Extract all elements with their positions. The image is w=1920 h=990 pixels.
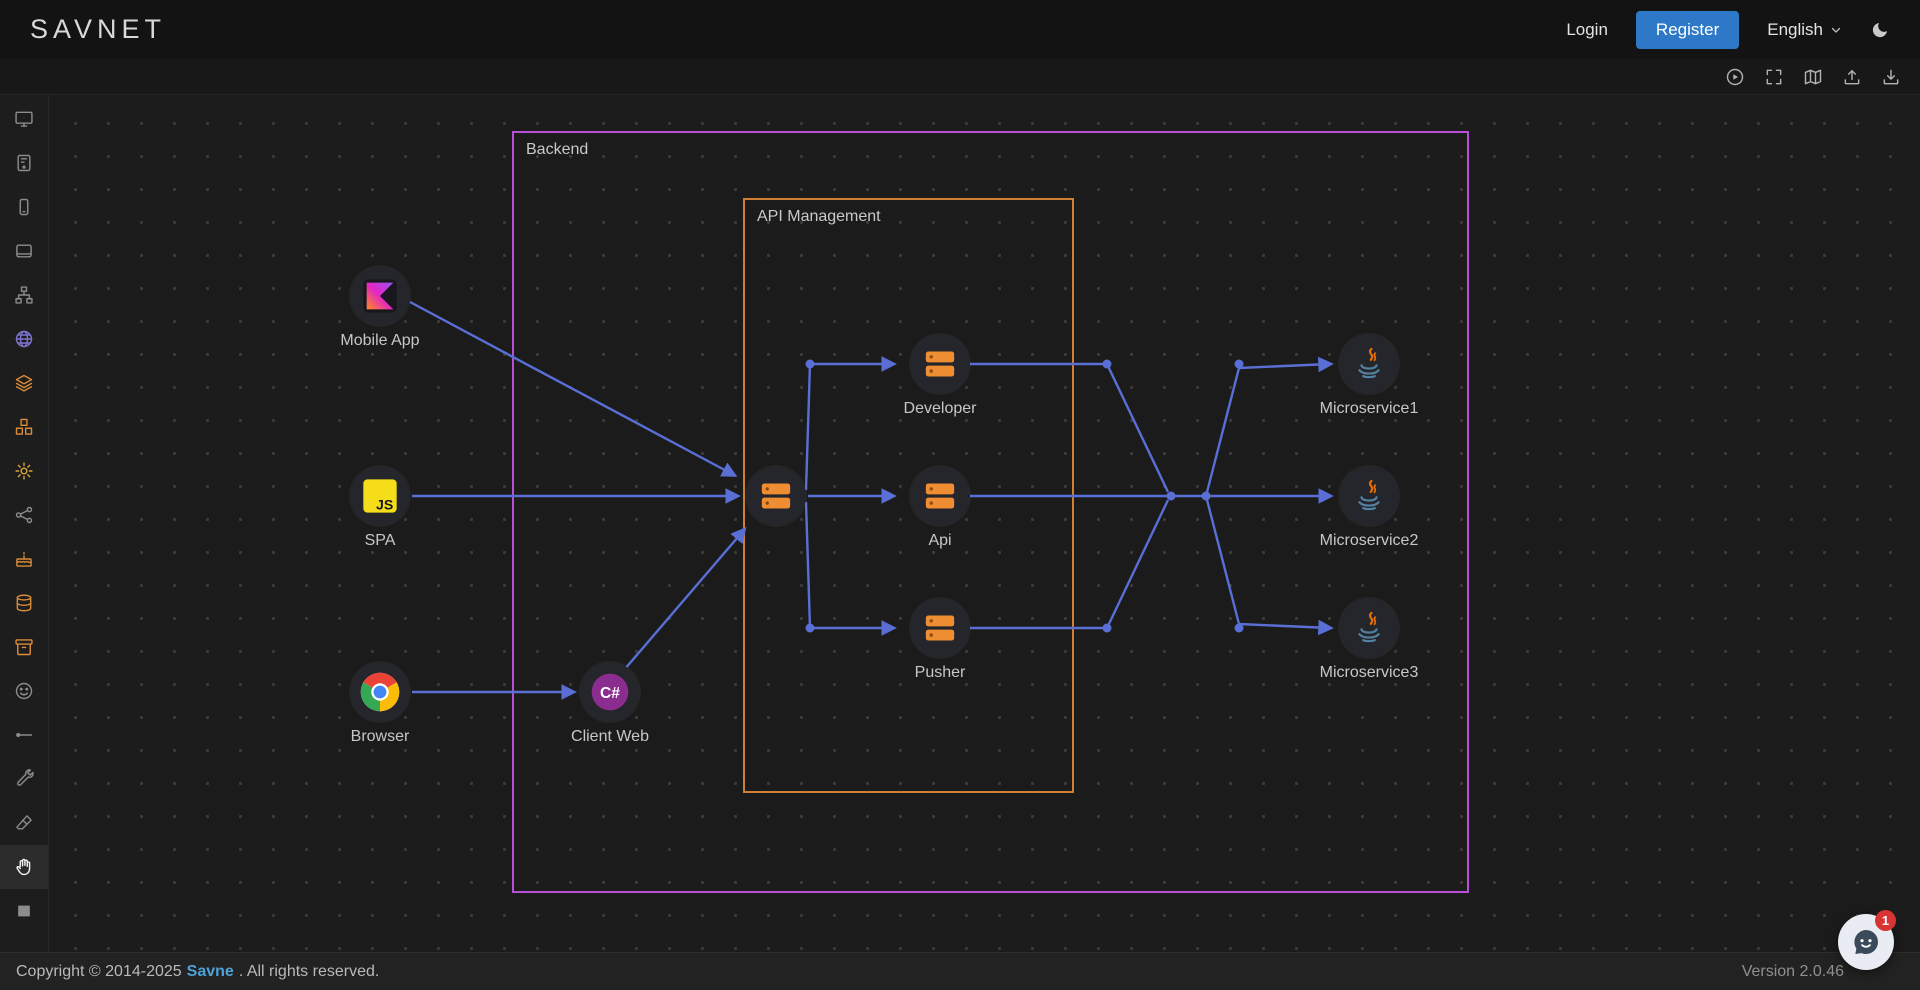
boxes-icon [14,417,34,437]
kotlin-icon [360,276,400,316]
java-icon [1349,476,1389,516]
node-spa[interactable]: JS [350,466,410,526]
fullscreen-icon[interactable] [1761,64,1787,90]
connection-tool[interactable] [0,713,48,757]
server-icon [920,344,960,384]
footer-brand-link[interactable]: Savne [187,963,234,981]
download-icon[interactable] [1878,64,1904,90]
line-icon [14,725,34,745]
storage-tool[interactable] [0,405,48,449]
chrome-icon [358,670,402,714]
desktop-tool[interactable] [0,97,48,141]
mobile-icon [14,197,34,217]
app-root: SAVNET Login Register English Backend API… [0,0,1920,990]
upload-icon[interactable] [1839,64,1865,90]
header-actions: Login Register English [1566,11,1890,49]
wrench-icon [14,769,34,789]
chat-unread-badge: 1 [1875,910,1896,931]
services-tool[interactable] [0,449,48,493]
javascript-icon: JS [360,476,400,516]
globe-icon [14,329,34,349]
map-icon[interactable] [1800,64,1826,90]
group-label: Backend [526,141,588,159]
copyright-text: Copyright © 2014-2025 [16,963,182,981]
smiley-icon [14,681,34,701]
login-link[interactable]: Login [1566,20,1608,40]
server-icon [756,476,796,516]
sitemap-icon [14,285,34,305]
package-tool[interactable] [0,625,48,669]
language-dropdown[interactable]: English [1767,20,1842,40]
node-client-web[interactable]: C# [580,662,640,722]
server-icon [920,608,960,648]
theme-toggle[interactable] [1870,20,1890,40]
layers-tool[interactable] [0,361,48,405]
nodes-icon [14,505,34,525]
canvas-toolbar [0,59,1920,95]
register-button[interactable]: Register [1636,11,1739,49]
archive-icon [14,637,34,657]
host-tool[interactable] [0,141,48,185]
sitemap-tool[interactable] [0,273,48,317]
pan-tool[interactable] [0,845,48,889]
chevron-down-icon [1830,24,1842,36]
database-tool[interactable] [0,581,48,625]
version-text: Version 2.0.46 [1742,963,1844,981]
node-api[interactable] [910,466,970,526]
cake-tool[interactable] [0,537,48,581]
shape-tool[interactable] [0,889,48,933]
edit-tool[interactable] [0,757,48,801]
screen-tool[interactable] [0,229,48,273]
node-microservice1[interactable] [1339,334,1399,394]
chat-launcher-button[interactable]: 1 [1838,914,1894,970]
database-icon [14,593,34,613]
host-icon [14,153,34,173]
node-pusher[interactable] [910,598,970,658]
svg-text:JS: JS [376,497,393,513]
hand-icon [14,857,34,877]
csharp-icon: C# [588,670,632,714]
mobile-tool[interactable] [0,185,48,229]
java-icon [1349,608,1389,648]
network-tool[interactable] [0,493,48,537]
node-mobile-app[interactable] [350,266,410,326]
node-microservice3[interactable] [1339,598,1399,658]
chat-bubble-icon [1850,926,1882,958]
node-api-gateway[interactable] [746,466,806,526]
canvas-toolbar-icons [1722,64,1904,90]
square-icon [14,901,34,921]
emoji-tool[interactable] [0,669,48,713]
gear-icon [14,461,34,481]
monitor-icon [14,109,34,129]
internet-tool[interactable] [0,317,48,361]
server-icon [920,476,960,516]
moon-icon [1870,20,1890,40]
rights-text: . All rights reserved. [239,963,380,981]
footer: Copyright © 2014-2025 Savne . All rights… [0,952,1920,990]
node-microservice2[interactable] [1339,466,1399,526]
layers-icon [14,373,34,393]
header: SAVNET Login Register English [0,0,1920,59]
node-browser[interactable] [350,662,410,722]
eraser-icon [14,813,34,833]
tablet-icon [14,241,34,261]
node-developer[interactable] [910,334,970,394]
group-label: API Management [757,208,881,226]
cake-icon [14,549,34,569]
language-label: English [1767,20,1823,40]
svg-text:C#: C# [600,685,620,702]
sidebar [0,95,49,952]
app-logo: SAVNET [30,14,166,45]
play-circle-icon[interactable] [1722,64,1748,90]
eraser-tool[interactable] [0,801,48,845]
java-icon [1349,344,1389,384]
